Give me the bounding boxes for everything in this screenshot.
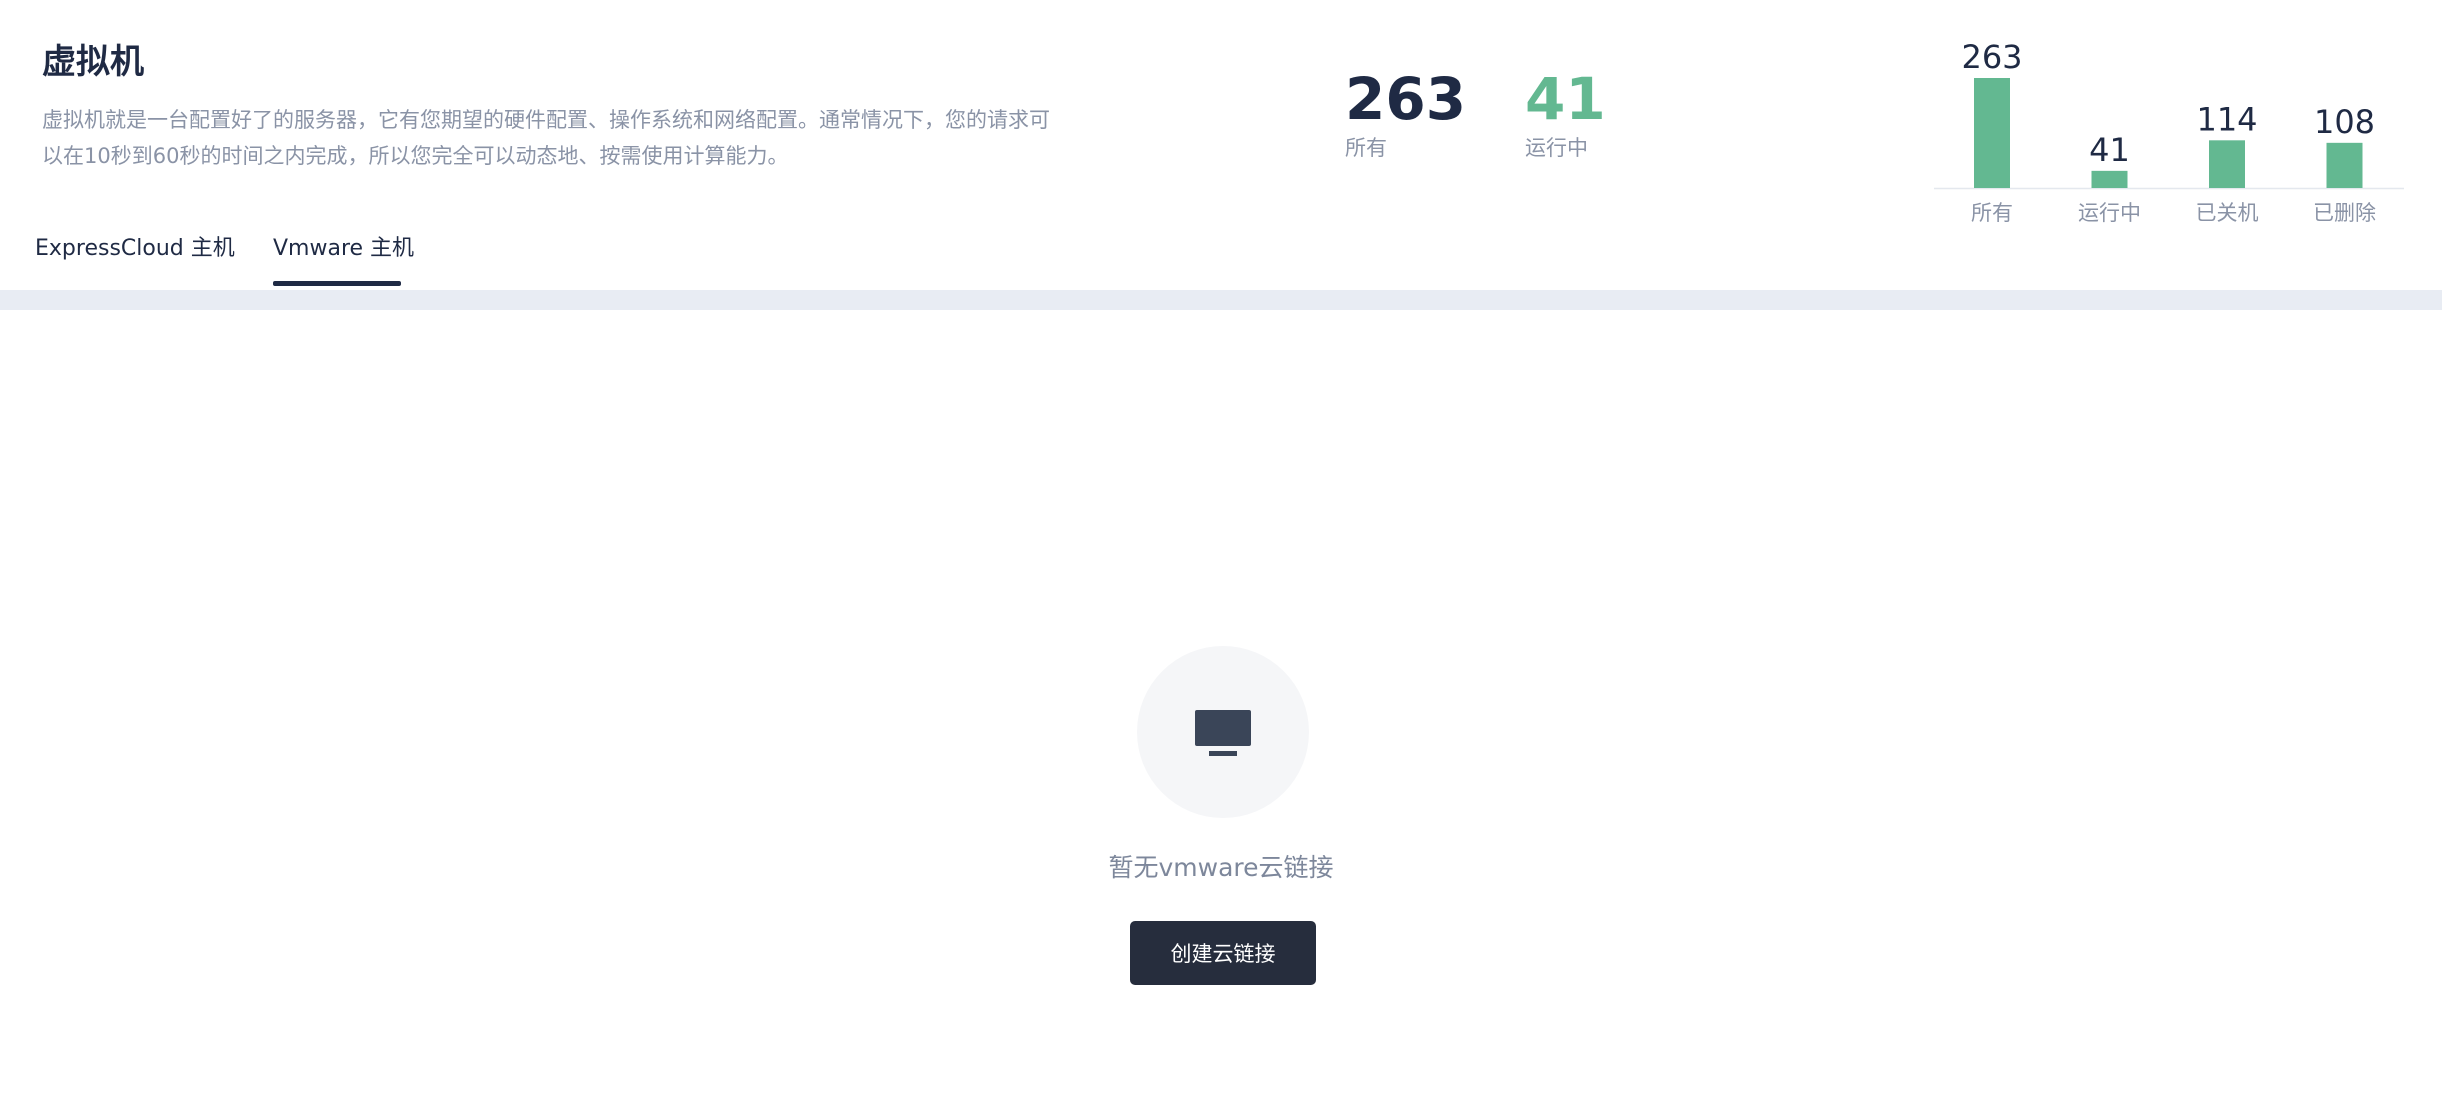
section-divider xyxy=(0,290,2442,310)
page: 虚拟机 虚拟机就是一台配置好了的服务器，它有您期望的硬件配置、操作系统和网络配置… xyxy=(0,0,2442,1118)
stat-all: 263 所有 xyxy=(1345,68,1466,162)
chart-bar xyxy=(2091,170,2128,188)
chart-data-label: 41 xyxy=(2089,131,2130,169)
chart-category-label: 已关机 xyxy=(2196,201,2259,225)
chart-category-label: 运行中 xyxy=(2078,201,2141,225)
monitor-screen xyxy=(1195,710,1251,746)
stat-running: 41 运行中 xyxy=(1525,68,1606,162)
monitor-icon xyxy=(1195,710,1251,758)
empty-state-message: 暂无vmware云链接 xyxy=(1108,853,1334,882)
stat-running-value: 41 xyxy=(1525,65,1606,133)
chart-category-label: 已删除 xyxy=(2313,201,2376,225)
chart-data-label: 263 xyxy=(1961,38,2022,76)
empty-state-icon-circle xyxy=(1137,646,1309,818)
page-title: 虚拟机 xyxy=(42,42,144,82)
chart-category-label: 所有 xyxy=(1971,201,2013,225)
status-bar-chart: 263 所有 41 运行中 114 已关机 108 已删除 xyxy=(1934,20,2404,235)
create-cloud-link-button[interactable]: 创建云链接 xyxy=(1130,921,1316,985)
chart-data-label: 114 xyxy=(2196,100,2257,138)
tab-expresscloud[interactable]: ExpressCloud 主机 xyxy=(35,230,235,288)
page-description: 虚拟机就是一台配置好了的服务器，它有您期望的硬件配置、操作系统和网络配置。通常情… xyxy=(42,108,1050,168)
stat-all-label: 所有 xyxy=(1345,136,1387,160)
status-bar-chart-svg: 263 所有 41 运行中 114 已关机 108 已删除 xyxy=(1934,38,2404,225)
empty-state: 暂无vmware云链接 创建云链接 xyxy=(0,310,2442,1118)
active-tab-indicator xyxy=(273,281,401,286)
page-header: 虚拟机 虚拟机就是一台配置好了的服务器，它有您期望的硬件配置、操作系统和网络配置… xyxy=(0,0,2442,290)
tab-vmware[interactable]: Vmware 主机 xyxy=(273,230,414,288)
monitor-base xyxy=(1209,751,1237,756)
stat-all-value: 263 xyxy=(1345,65,1467,133)
chart-bar xyxy=(2326,142,2363,188)
chart-data-label: 108 xyxy=(2314,103,2375,141)
chart-bar xyxy=(2209,140,2245,188)
chart-bar xyxy=(1974,78,2010,188)
stat-running-label: 运行中 xyxy=(1525,136,1588,160)
